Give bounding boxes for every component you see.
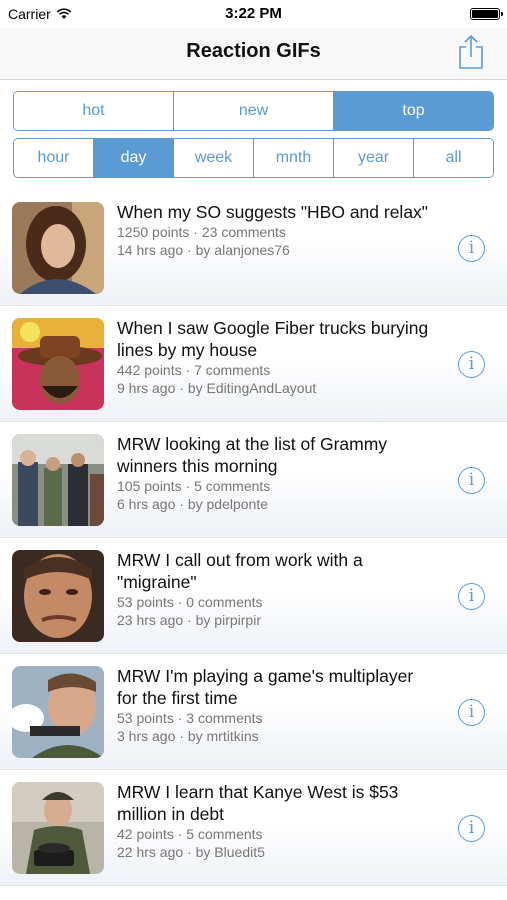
post-points: 442 points xyxy=(117,362,182,378)
battery-icon xyxy=(470,8,503,20)
list-item[interactable]: MRW looking at the list of Grammy winner… xyxy=(0,422,507,538)
sort-tab-new[interactable]: new xyxy=(174,92,334,130)
post-age: 22 hrs ago xyxy=(117,844,184,860)
post-title: When I saw Google Fiber trucks burying l… xyxy=(117,318,429,360)
post-comments: 5 comments xyxy=(186,826,263,842)
meta-separator: · xyxy=(175,728,188,744)
post-points: 105 points xyxy=(117,478,182,494)
navigation-bar: Reaction GIFs xyxy=(0,28,507,80)
post-age: 9 hrs ago xyxy=(117,380,176,396)
man-firing-thumbnail xyxy=(12,666,104,758)
crowd-scene-thumbnail xyxy=(12,434,104,526)
post-title: MRW I'm playing a game's multiplayer for… xyxy=(117,666,414,708)
meta-separator: · xyxy=(181,362,195,378)
meta-separator: · xyxy=(173,594,187,610)
post-stats: 53 points · 0 comments xyxy=(117,593,437,611)
time-tab-week[interactable]: week xyxy=(174,139,254,177)
post-author: by mrtitkins xyxy=(187,728,259,744)
post-stats: 53 points · 3 comments xyxy=(117,709,437,727)
status-time: 3:22 PM xyxy=(225,5,282,22)
info-icon[interactable]: i xyxy=(458,815,485,842)
meta-separator: · xyxy=(189,224,202,240)
sort-tab-hot[interactable]: hot xyxy=(14,92,174,130)
post-byline: 9 hrs ago · by EditingAndLayout xyxy=(117,379,437,397)
post-comments: 0 comments xyxy=(186,594,263,610)
meta-separator: · xyxy=(183,844,196,860)
list-item[interactable]: MRW I'm playing a game's multiplayer for… xyxy=(0,654,507,770)
time-tab-hour[interactable]: hour xyxy=(14,139,94,177)
post-byline: 6 hrs ago · by pdelponte xyxy=(117,495,437,513)
post-byline: 23 hrs ago · by pirpirpir xyxy=(117,611,437,629)
post-comments: 3 comments xyxy=(186,710,263,726)
page-title: Reaction GIFs xyxy=(186,40,321,62)
post-points: 53 points xyxy=(117,594,174,610)
info-icon[interactable]: i xyxy=(458,467,485,494)
meta-separator: · xyxy=(175,496,188,512)
post-byline: 3 hrs ago · by mrtitkins xyxy=(117,727,437,745)
meta-separator: · xyxy=(175,380,188,396)
info-icon[interactable]: i xyxy=(458,583,485,610)
share-icon[interactable] xyxy=(455,34,487,70)
post-title: When my SO suggests "HBO and relax" xyxy=(117,202,429,222)
post-age: 23 hrs ago xyxy=(117,612,184,628)
sort-segmented-control: hot new top xyxy=(13,91,494,131)
info-icon[interactable]: i xyxy=(458,235,485,262)
list-item[interactable]: When my SO suggests "HBO and relax" 1250… xyxy=(0,190,507,306)
post-points: 42 points xyxy=(117,826,174,842)
sort-tab-top[interactable]: top xyxy=(334,92,493,130)
post-text: When I saw Google Fiber trucks burying l… xyxy=(117,317,437,397)
meta-separator: · xyxy=(183,612,196,628)
meta-separator: · xyxy=(183,242,196,258)
post-text: MRW I call out from work with a "migrain… xyxy=(117,549,437,629)
post-author: by alanjones76 xyxy=(195,242,290,258)
post-stats: 42 points · 5 comments xyxy=(117,825,437,843)
post-author: by pirpirpir xyxy=(195,612,261,628)
status-bar: Carrier 3:22 PM xyxy=(0,0,507,28)
post-text: When my SO suggests "HBO and relax" 1250… xyxy=(117,201,437,259)
time-tab-month[interactable]: mnth xyxy=(254,139,334,177)
hat-man-thumbnail xyxy=(12,318,104,410)
info-icon[interactable]: i xyxy=(458,351,485,378)
meta-separator: · xyxy=(181,478,195,494)
info-icon[interactable]: i xyxy=(458,699,485,726)
post-age: 14 hrs ago xyxy=(117,242,184,258)
list-item[interactable]: MRW I call out from work with a "migrain… xyxy=(0,538,507,654)
post-comments: 23 comments xyxy=(201,224,286,240)
post-stats: 442 points · 7 comments xyxy=(117,361,437,379)
officer-telephone-thumbnail xyxy=(12,782,104,874)
woman-portrait-thumbnail xyxy=(12,202,104,294)
post-author: by EditingAndLayout xyxy=(187,380,317,396)
post-text: MRW looking at the list of Grammy winner… xyxy=(117,433,437,513)
list-item[interactable]: MRW I learn that Kanye West is $53 milli… xyxy=(0,770,507,886)
time-tab-day[interactable]: day xyxy=(94,139,174,177)
post-age: 3 hrs ago xyxy=(117,728,176,744)
time-tab-all[interactable]: all xyxy=(414,139,493,177)
meta-separator: · xyxy=(173,826,187,842)
post-title: MRW I learn that Kanye West is $53 milli… xyxy=(117,782,399,824)
post-text: MRW I learn that Kanye West is $53 milli… xyxy=(117,781,437,861)
post-points: 53 points xyxy=(117,710,174,726)
post-byline: 14 hrs ago · by alanjones76 xyxy=(117,241,437,259)
post-text: MRW I'm playing a game's multiplayer for… xyxy=(117,665,437,745)
post-title: MRW looking at the list of Grammy winner… xyxy=(117,434,388,476)
post-comments: 7 comments xyxy=(194,362,271,378)
man-face-thumbnail xyxy=(12,550,104,642)
post-author: by Bluedit5 xyxy=(195,844,265,860)
post-points: 1250 points xyxy=(117,224,190,240)
time-tab-year[interactable]: year xyxy=(334,139,414,177)
post-title: MRW I call out from work with a "migrain… xyxy=(117,550,363,592)
post-byline: 22 hrs ago · by Bluedit5 xyxy=(117,843,437,861)
time-segmented-control: hour day week mnth year all xyxy=(13,138,494,178)
meta-separator: · xyxy=(173,710,187,726)
post-stats: 1250 points · 23 comments xyxy=(117,223,437,241)
post-comments: 5 comments xyxy=(194,478,271,494)
post-age: 6 hrs ago xyxy=(117,496,176,512)
post-stats: 105 points · 5 comments xyxy=(117,477,437,495)
post-list: When my SO suggests "HBO and relax" 1250… xyxy=(0,190,507,886)
list-item[interactable]: When I saw Google Fiber trucks burying l… xyxy=(0,306,507,422)
post-author: by pdelponte xyxy=(187,496,269,512)
